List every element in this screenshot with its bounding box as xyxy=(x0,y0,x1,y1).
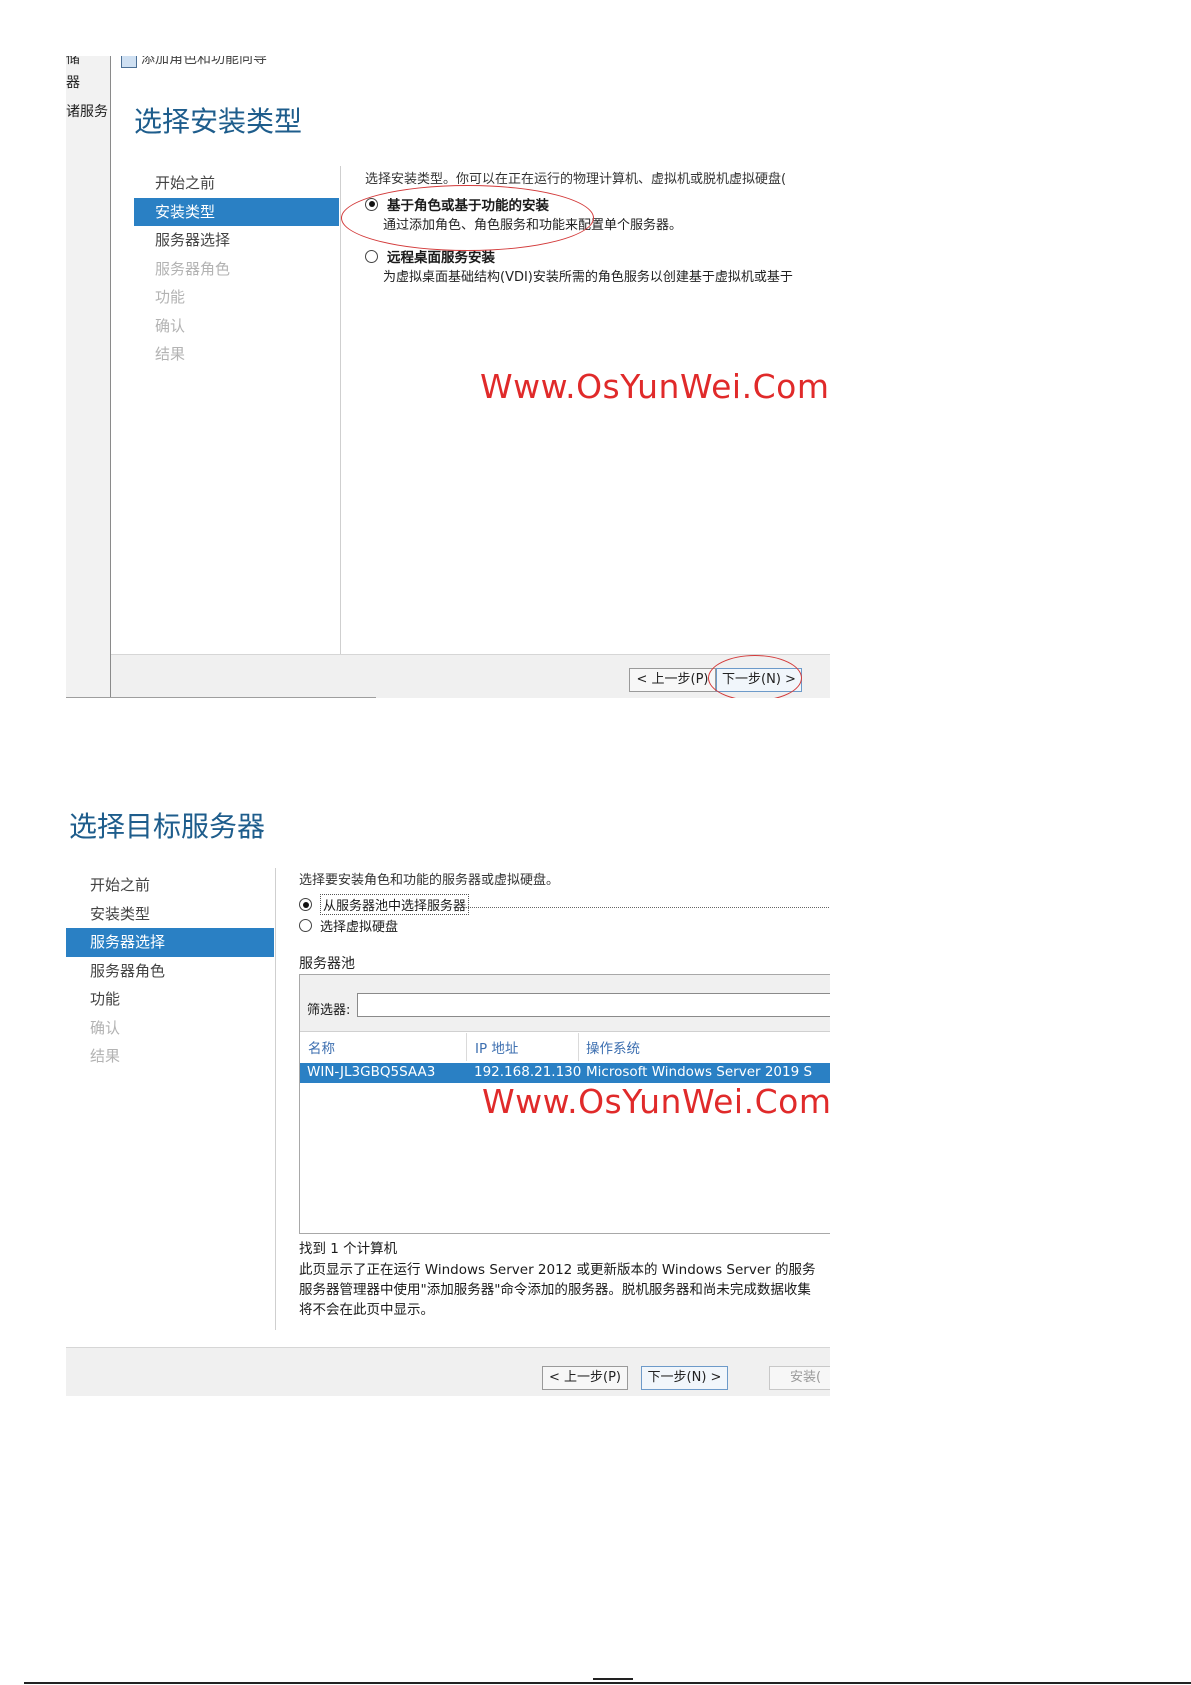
cell-ip: 192.168.21.130 xyxy=(474,1064,582,1080)
page-bottom-rule xyxy=(593,1678,633,1680)
nav-item-features: 功能 xyxy=(155,288,186,306)
column-header-os[interactable]: 操作系统 xyxy=(586,1037,640,1057)
nav-item-server-selection[interactable]: 服务器选择 xyxy=(134,226,339,255)
server-pool-label: 服务器池 xyxy=(299,956,355,972)
option-label[interactable]: 选择虚拟硬盘 xyxy=(320,916,398,935)
nav-item-installation-type[interactable]: 安装类型 xyxy=(134,197,339,226)
radio-unselected-icon[interactable] xyxy=(299,919,312,932)
nav-item-before-you-begin[interactable]: 开始之前 xyxy=(134,169,339,198)
background-sidebar-item: 诸服务 xyxy=(66,104,108,120)
nav-divider xyxy=(340,166,341,686)
window-titlebar: 添加角色和功能向导 xyxy=(111,56,830,68)
watermark: Www.OsYunWei.Com xyxy=(480,367,830,406)
radio-selected-icon[interactable] xyxy=(299,898,312,911)
cell-name: WIN-JL3GBQ5SAA3 xyxy=(307,1064,436,1080)
column-divider xyxy=(466,1033,467,1061)
nav-item-server-selection[interactable]: 服务器选择 xyxy=(66,928,274,957)
column-header-name[interactable]: 名称 xyxy=(308,1037,335,1057)
background-sidebar-item: 器 xyxy=(66,75,80,91)
page-title: 选择目标服务器 xyxy=(69,810,266,843)
radio-unselected-icon[interactable] xyxy=(365,249,378,263)
info-text: 此页显示了正在运行 Windows Server 2012 或更新版本的 Win… xyxy=(299,1260,815,1320)
info-line: 此页显示了正在运行 Windows Server 2012 或更新版本的 Win… xyxy=(299,1262,816,1278)
divider xyxy=(66,697,376,698)
nav-item-results: 结果 xyxy=(90,1047,121,1065)
filter-label: 筛选器: xyxy=(307,1003,351,1018)
found-count: 找到 1 个计算机 xyxy=(299,1241,398,1257)
wizard-icon xyxy=(121,56,137,68)
background-sidebar: 储 器 诸服务 xyxy=(66,56,111,698)
previous-button[interactable]: < 上一步(P) xyxy=(629,668,716,692)
option-label[interactable]: 从服务器池中选择服务器 xyxy=(320,894,470,915)
option-server-pool[interactable]: 从服务器池中选择服务器 xyxy=(299,894,470,915)
cell-os: Microsoft Windows Server 2019 S xyxy=(586,1064,813,1080)
nav-item-features[interactable]: 功能 xyxy=(66,985,274,1014)
column-divider xyxy=(578,1033,579,1061)
nav-item-before-you-begin[interactable]: 开始之前 xyxy=(66,871,274,900)
filter-bar: 筛选器: xyxy=(300,975,830,1032)
option-description: 为虚拟桌面基础结构(VDI)安装所需的角色服务以创建基于虚拟机或基于 xyxy=(383,270,793,285)
annotation-circle xyxy=(341,185,594,251)
install-type-screenshot: 储 器 诸服务 添加角色和功能向导 选择安装类型 开始之前 安装类型 服务器选择… xyxy=(66,56,830,698)
nav-item-results: 结果 xyxy=(155,345,186,363)
watermark: Www.OsYunWei.Com xyxy=(482,1082,832,1121)
annotation-circle xyxy=(708,655,802,698)
option-virtual-disk[interactable]: 选择虚拟硬盘 xyxy=(299,916,398,935)
intro-text: 选择安装类型。你可以在正在运行的物理计算机、虚拟机或脱机虚拟硬盘( xyxy=(365,172,787,187)
previous-button[interactable]: < 上一步(P) xyxy=(542,1366,628,1390)
nav-item-server-roles[interactable]: 服务器角色 xyxy=(66,957,274,986)
table-row[interactable]: WIN-JL3GBQ5SAA3 192.168.21.130 Microsoft… xyxy=(300,1063,830,1083)
nav-item-server-roles: 服务器角色 xyxy=(155,259,231,278)
nav-item-confirmation: 确认 xyxy=(90,1018,121,1037)
info-line: 服务器管理器中使用"添加服务器"命令添加的服务器。脱机服务器和尚未完成数据收集 xyxy=(299,1282,811,1298)
column-header-ip[interactable]: IP 地址 xyxy=(475,1037,518,1057)
nav-item-confirmation: 确认 xyxy=(155,316,186,335)
install-button: 安装( xyxy=(769,1366,830,1390)
content-pane: 选择安装类型。你可以在正在运行的物理计算机、虚拟机或脱机虚拟硬盘( 基于角色或基… xyxy=(365,168,830,285)
page-bottom-rule xyxy=(24,1682,1191,1684)
wizard-nav: 开始之前 安装类型 服务器选择 服务器角色 功能 确认 结果 xyxy=(134,169,339,369)
window-title: 添加角色和功能向导 xyxy=(141,56,267,67)
wizard-nav: 开始之前 安装类型 服务器选择 服务器角色 功能 确认 结果 xyxy=(66,871,274,1071)
background-sidebar-item: 储 xyxy=(66,56,80,67)
filter-input[interactable] xyxy=(357,993,830,1017)
nav-divider xyxy=(275,868,276,1330)
next-button[interactable]: 下一步(N) > xyxy=(641,1366,728,1390)
intro-text: 选择要安装角色和功能的服务器或虚拟硬盘。 xyxy=(299,873,560,888)
info-line: 将不会在此页中显示。 xyxy=(299,1302,434,1318)
focus-line xyxy=(459,907,830,908)
nav-item-installation-type[interactable]: 安装类型 xyxy=(66,900,274,929)
page-title: 选择安装类型 xyxy=(134,105,303,138)
